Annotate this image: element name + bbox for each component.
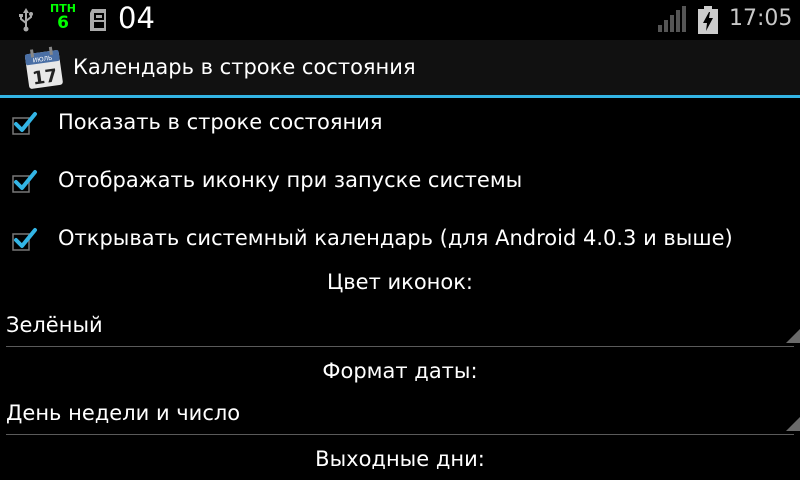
icon-color-label: Цвет иконок: bbox=[326, 270, 474, 294]
icon-color-value: Зелёный bbox=[6, 313, 103, 337]
checkbox-checked-icon[interactable] bbox=[12, 110, 38, 136]
dropdown-triangle-icon bbox=[786, 416, 800, 435]
setting-label: Открывать системный календарь (для Andro… bbox=[58, 226, 733, 250]
status-date: 04 bbox=[118, 1, 155, 35]
title-bar: ИЮЛЬ 17 Календарь в строке состояния bbox=[0, 40, 800, 95]
date-format-label: Формат даты: bbox=[322, 359, 478, 383]
signal-icon bbox=[658, 6, 686, 36]
calendar-icon: ИЮЛЬ 17 bbox=[24, 46, 66, 94]
status-time: 17:05 bbox=[729, 6, 793, 31]
status-day-indicator: ПТН 6 bbox=[50, 3, 76, 32]
calendar-icon-day: 17 bbox=[31, 65, 59, 89]
page-title: Календарь в строке состояния bbox=[73, 55, 416, 79]
setting-label: Отображать иконку при запуске системы bbox=[58, 168, 523, 192]
spinner-underline bbox=[6, 346, 794, 347]
usb-icon bbox=[18, 8, 34, 36]
date-format-value: День недели и число bbox=[6, 401, 241, 425]
sd-card-icon bbox=[90, 9, 108, 35]
status-day-number: 6 bbox=[57, 13, 69, 33]
checkbox-checked-icon[interactable] bbox=[12, 168, 38, 194]
spinner-underline bbox=[6, 434, 794, 435]
setting-open-system-calendar[interactable]: Открывать системный календарь (для Andro… bbox=[0, 210, 800, 266]
weekends-label: Выходные дни: bbox=[315, 447, 485, 471]
icon-color-spinner[interactable]: Зелёный bbox=[6, 311, 800, 347]
setting-show-in-statusbar[interactable]: Показать в строке состояния bbox=[0, 94, 800, 150]
checkbox-checked-icon[interactable] bbox=[12, 226, 38, 252]
setting-label: Показать в строке состояния bbox=[58, 110, 383, 134]
dropdown-triangle-icon bbox=[786, 328, 800, 347]
battery-charging-icon bbox=[698, 6, 718, 38]
setting-show-icon-on-startup[interactable]: Отображать иконку при запуске системы bbox=[0, 152, 800, 208]
status-bar: ПТН 6 04 17:05 bbox=[0, 0, 800, 40]
date-format-spinner[interactable]: День недели и число bbox=[6, 399, 800, 435]
